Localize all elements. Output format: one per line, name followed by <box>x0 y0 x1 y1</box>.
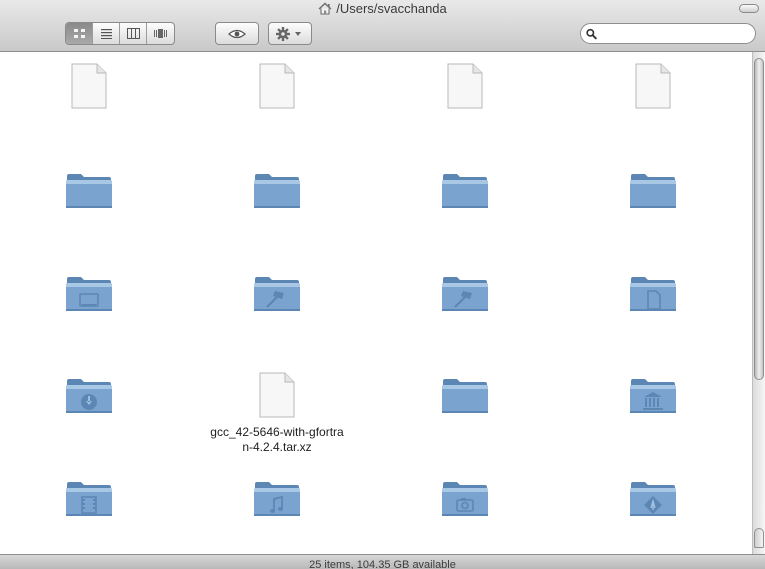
column-view-icon <box>126 28 140 39</box>
folder-item[interactable] <box>563 164 743 216</box>
file-item[interactable] <box>187 60 367 112</box>
folder-movies-icon <box>63 472 115 524</box>
folder-developer-icon <box>251 267 303 319</box>
status-bar: 25 items, 104.35 GB available <box>0 554 765 569</box>
document-icon <box>439 60 491 112</box>
folder-music-icon <box>251 472 303 524</box>
document-icon <box>251 369 303 421</box>
folder-item[interactable] <box>0 369 179 421</box>
folder-public-icon <box>627 472 679 524</box>
window-toolbar: /Users/svacchanda <box>0 0 765 52</box>
folder-desktop-icon <box>63 267 115 319</box>
search-field[interactable] <box>580 23 756 44</box>
column-view-button[interactable] <box>120 23 147 44</box>
folder-item[interactable] <box>375 164 555 216</box>
folder-downloads-icon <box>63 369 115 421</box>
folder-item[interactable] <box>563 267 743 319</box>
folder-developer-icon <box>439 267 491 319</box>
window-title: /Users/svacchanda <box>0 1 765 19</box>
folder-item[interactable] <box>563 369 743 421</box>
toolbar-toggle-button[interactable] <box>739 4 759 13</box>
vertical-scrollbar-thumb[interactable] <box>754 58 764 380</box>
file-item[interactable] <box>563 60 743 112</box>
file-item[interactable] <box>0 60 179 112</box>
search-input[interactable] <box>600 25 755 42</box>
folder-pictures-icon <box>439 472 491 524</box>
folder-item[interactable] <box>375 267 555 319</box>
action-menu-button[interactable] <box>268 22 312 45</box>
icon-view-button[interactable] <box>66 23 93 44</box>
document-icon <box>63 60 115 112</box>
home-folder-icon <box>318 2 332 19</box>
window-title-text: /Users/svacchanda <box>336 1 447 16</box>
view-mode-selector <box>65 22 175 45</box>
eye-icon <box>228 29 246 38</box>
folder-icon <box>63 164 115 216</box>
list-view-button[interactable] <box>93 23 120 44</box>
folder-item[interactable] <box>187 267 367 319</box>
folder-item[interactable] <box>187 164 367 216</box>
vertical-scrollbar[interactable] <box>752 52 765 554</box>
folder-item[interactable] <box>187 472 367 524</box>
status-text: 25 items, 104.35 GB available <box>309 559 456 569</box>
document-icon <box>627 60 679 112</box>
gear-icon <box>276 26 301 41</box>
file-item[interactable]: gcc_42-5646-with-gfortran-4.2.4.tar.xz <box>187 369 367 455</box>
folder-item[interactable] <box>563 472 743 524</box>
file-item[interactable] <box>375 60 555 112</box>
list-view-icon <box>100 29 112 39</box>
item-label: gcc_42-5646-with-gfortran-4.2.4.tar.xz <box>210 425 344 454</box>
folder-item[interactable] <box>0 472 179 524</box>
folder-documents-icon <box>627 267 679 319</box>
folder-library-icon <box>627 369 679 421</box>
icon-view-icon <box>73 29 85 38</box>
coverflow-view-button[interactable] <box>147 23 174 44</box>
folder-icon <box>627 164 679 216</box>
quick-look-button[interactable] <box>215 22 259 45</box>
folder-item[interactable] <box>375 472 555 524</box>
folder-icon <box>439 369 491 421</box>
folder-icon <box>251 164 303 216</box>
search-icon <box>586 28 597 39</box>
document-icon <box>251 60 303 112</box>
folder-item[interactable] <box>0 267 179 319</box>
folder-item[interactable] <box>0 164 179 216</box>
scrollbar-arrow-area[interactable] <box>754 528 764 548</box>
coverflow-view-icon <box>154 29 167 38</box>
icon-view-content: gcc_42-5646-with-gfortran-4.2.4.tar.xz <box>0 52 752 554</box>
folder-icon <box>439 164 491 216</box>
folder-item[interactable] <box>375 369 555 421</box>
